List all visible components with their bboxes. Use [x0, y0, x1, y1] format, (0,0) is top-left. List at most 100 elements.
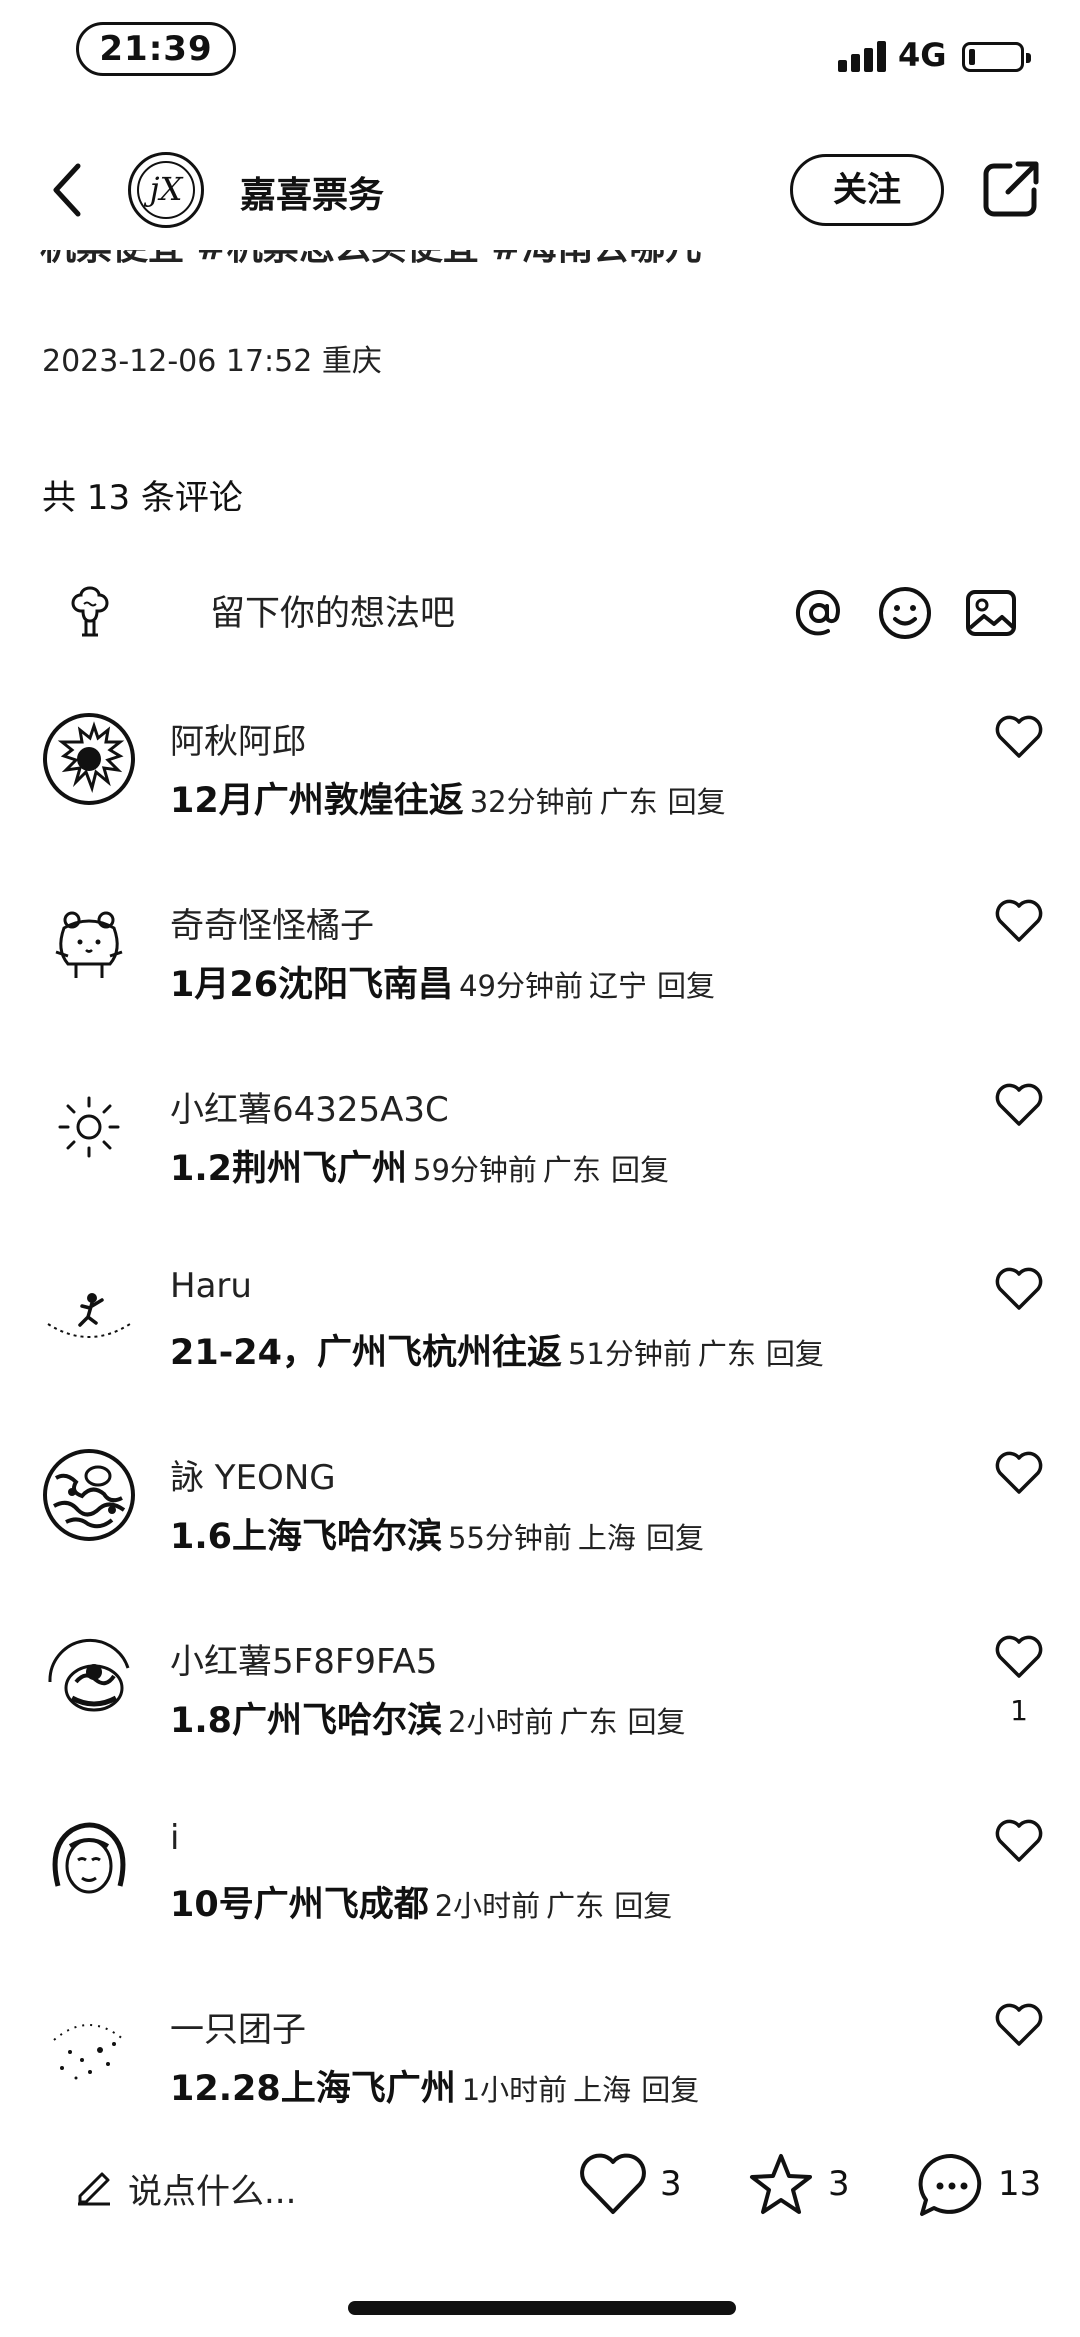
heart-icon[interactable]: [994, 1818, 1044, 1864]
commenter-avatar[interactable]: [42, 1264, 136, 1358]
heart-icon[interactable]: [994, 898, 1044, 944]
comment-location: 辽宁: [588, 969, 647, 1003]
at-icon[interactable]: [790, 584, 848, 642]
comment-text: 1.2荆州飞广州: [170, 1149, 408, 1189]
user-avatar-icon: [71, 586, 109, 637]
say-something-input[interactable]: 说点什么...: [128, 2164, 296, 2213]
comment-text: 1.8广州飞哈尔滨: [170, 1701, 443, 1741]
home-indicator[interactable]: [348, 2301, 736, 2315]
reply-button[interactable]: 回复: [611, 1153, 669, 1187]
comment-time: 2小时前: [434, 1889, 541, 1923]
image-icon[interactable]: [962, 584, 1020, 642]
reply-button[interactable]: 回复: [641, 2073, 699, 2107]
like-total: 3: [660, 2164, 682, 2204]
comment-item: 小红薯5F8F9FA5 1.8广州飞哈尔滨 2小时前 广东 回复 1: [0, 1612, 1080, 1796]
comment-location: 上海: [573, 2073, 632, 2107]
commenter-avatar[interactable]: [42, 1816, 136, 1910]
comment-item: i 10号广州飞成都 2小时前 广东 回复: [0, 1796, 1080, 1980]
commenter-name[interactable]: 阿秋阿邱: [170, 714, 306, 763]
share-icon[interactable]: [980, 158, 1042, 220]
comment-location: 广东: [542, 1153, 601, 1187]
favorite-action[interactable]: 3: [746, 2150, 856, 2222]
comment-item: 詠 YEONG 1.6上海飞哈尔滨 55分钟前 上海 回复: [0, 1428, 1080, 1612]
comment-item: 小红薯64325A3C 1.2荆州飞广州 59分钟前 广东 回复: [0, 1060, 1080, 1244]
reply-button[interactable]: 回复: [646, 1521, 704, 1555]
comment-count: 共 13 条评论: [42, 478, 243, 518]
commenter-name[interactable]: i: [170, 1818, 179, 1858]
comment-total: 13: [998, 2164, 1042, 2204]
favorite-total: 3: [828, 2164, 850, 2204]
reply-button[interactable]: 回复: [766, 1337, 824, 1371]
comment-time: 49分钟前: [459, 969, 583, 1003]
author-name[interactable]: 嘉喜票务: [240, 166, 384, 218]
comment-time: 32分钟前: [469, 785, 594, 819]
comment-text: 12月广州敦煌往返: [170, 781, 464, 821]
comment-line: 12.28上海飞广州 1小时前 上海 回复: [170, 2060, 699, 2111]
author-avatar[interactable]: jX: [128, 152, 204, 228]
emoji-icon[interactable]: [876, 584, 934, 642]
commenter-avatar[interactable]: [42, 1632, 136, 1726]
heart-icon[interactable]: [994, 1634, 1044, 1680]
heart-icon[interactable]: [994, 2002, 1044, 2048]
comment-input-row: [0, 570, 1080, 660]
comment-text: 21-24，广州飞杭州往返: [170, 1333, 562, 1373]
comment-action[interactable]: 13: [916, 2150, 1046, 2222]
commenter-name[interactable]: 詠 YEONG: [170, 1450, 336, 1499]
commenter-name[interactable]: 小红薯5F8F9FA5: [170, 1634, 437, 1683]
comment-location: 广东: [559, 1705, 618, 1739]
reply-button[interactable]: 回复: [614, 1889, 672, 1923]
reply-button[interactable]: 回复: [627, 1705, 685, 1739]
comment-bubble-icon: [918, 2153, 982, 2216]
follow-button[interactable]: 关注: [790, 154, 944, 226]
comment-line: 1月26沈阳飞南昌 49分钟前 辽宁 回复: [170, 956, 715, 1007]
heart-icon[interactable]: [994, 1266, 1044, 1312]
heart-icon: [580, 2153, 646, 2214]
comment-text: 1月26沈阳飞南昌: [170, 965, 454, 1005]
back-icon[interactable]: [44, 160, 94, 220]
comment-item: Haru 21-24，广州飞杭州往返 51分钟前 广东 回复: [0, 1244, 1080, 1428]
comment-line: 1.2荆州飞广州 59分钟前 广东 回复: [170, 1140, 669, 1191]
star-icon: [750, 2154, 812, 2214]
status-time: 21:39: [76, 22, 236, 76]
heart-icon[interactable]: [994, 1450, 1044, 1496]
commenter-avatar[interactable]: [42, 1080, 136, 1174]
comment-line: 10号广州飞成都 2小时前 广东 回复: [170, 1876, 672, 1927]
like-action[interactable]: 3: [578, 2150, 688, 2222]
network-type: 4G: [898, 36, 947, 74]
comment-line: 21-24，广州飞杭州往返 51分钟前 广东 回复: [170, 1324, 824, 1375]
commenter-name[interactable]: 一只团子: [170, 2002, 306, 2051]
comments-list: 阿秋阿邱 12月广州敦煌往返 32分钟前 广东 回复 奇奇怪怪橘子 1月26沈阳飞南昌…: [0, 692, 1080, 2164]
heart-icon[interactable]: [994, 1082, 1044, 1128]
comment-item: 阿秋阿邱 12月广州敦煌往返 32分钟前 广东 回复: [0, 692, 1080, 876]
like-count: 1: [1010, 1694, 1028, 1727]
comment-text: 10号广州飞成都: [170, 1885, 429, 1925]
comment-text: 1.6上海飞哈尔滨: [170, 1517, 443, 1557]
signal-icon: [838, 40, 886, 72]
commenter-avatar[interactable]: [42, 1448, 136, 1542]
comment-input[interactable]: [210, 586, 750, 642]
comment-time: 55分钟前: [448, 1521, 572, 1555]
battery-icon: [962, 42, 1031, 72]
commenter-avatar[interactable]: [42, 712, 136, 806]
commenter-name[interactable]: 小红薯64325A3C: [170, 1082, 449, 1131]
commenter-avatar[interactable]: [42, 896, 136, 990]
comment-location: 上海: [577, 1521, 636, 1555]
heart-icon[interactable]: [994, 714, 1044, 760]
comment-time: 2小时前: [448, 1705, 554, 1739]
comment-time: 59分钟前: [413, 1153, 537, 1187]
comment-line: 12月广州敦煌往返 32分钟前 广东 回复: [170, 772, 726, 823]
comment-item: 奇奇怪怪橘子 1月26沈阳飞南昌 49分钟前 辽宁 回复: [0, 876, 1080, 1060]
commenter-name[interactable]: Haru: [170, 1266, 252, 1306]
comment-time: 51分钟前: [567, 1337, 692, 1371]
comment-location: 广东: [697, 1337, 756, 1371]
comment-time: 1小时前: [461, 2073, 568, 2107]
post-date-location: 2023-12-06 17:52 重庆: [42, 344, 382, 379]
status-bar: 21:39 4G: [0, 0, 1080, 120]
commenter-name[interactable]: 奇奇怪怪橘子: [170, 898, 374, 947]
commenter-avatar[interactable]: [42, 2000, 136, 2094]
bottom-action-bar: 说点什么... 3 3 13: [0, 2134, 1080, 2244]
reply-button[interactable]: 回复: [668, 785, 726, 819]
reply-button[interactable]: 回复: [657, 969, 715, 1003]
pencil-icon: [78, 2172, 110, 2206]
comment-location: 广东: [599, 785, 658, 819]
